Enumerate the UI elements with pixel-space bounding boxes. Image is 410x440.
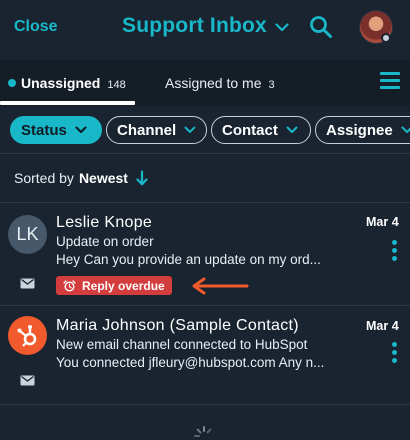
filter-bar: Status Channel Contact Assignee <box>0 106 410 154</box>
badge-label: Reply overdue <box>82 278 165 293</box>
sort-prefix: Sorted by <box>14 170 74 186</box>
contact-name: Leslie Knope <box>56 214 153 231</box>
annotation-arrow-icon <box>192 277 249 295</box>
filter-channel[interactable]: Channel <box>106 116 207 144</box>
search-icon[interactable] <box>309 15 333 39</box>
arrow-down-icon <box>136 170 148 186</box>
more-options-icon[interactable] <box>392 342 398 366</box>
filter-label: Contact <box>222 121 278 139</box>
envelope-icon <box>20 278 35 289</box>
filter-label: Assignee <box>326 121 393 139</box>
conversation-subject: New email channel connected to HubSpot <box>56 337 308 352</box>
envelope-icon <box>20 375 35 386</box>
more-options-icon[interactable] <box>392 240 398 264</box>
close-button[interactable]: Close <box>14 18 58 36</box>
tab-bar: Unassigned 148 Assigned to me 3 <box>0 60 410 106</box>
divider <box>0 404 410 405</box>
filter-contact[interactable]: Contact <box>211 116 311 144</box>
tab-count: 148 <box>107 79 126 91</box>
chevron-down-icon <box>184 126 196 133</box>
tab-count: 3 <box>268 79 275 91</box>
status-indicator <box>381 33 391 43</box>
app-header: Close Support Inbox <box>0 0 410 58</box>
conversation-preview: You connected jfleury@hubspot.com Any n.… <box>56 355 325 370</box>
alarm-clock-icon <box>63 279 76 292</box>
active-tab-indicator <box>0 101 135 105</box>
chevron-down-icon <box>275 23 289 32</box>
tab-label: Unassigned <box>21 75 101 91</box>
hubspot-sprocket-icon <box>17 324 36 347</box>
tab-label: Assigned to me <box>165 75 262 91</box>
conversation-date: Mar 4 <box>366 319 399 333</box>
loading-spinner-icon <box>194 426 212 437</box>
contact-avatar <box>8 316 47 355</box>
conversation-subject: Update on order <box>56 234 154 249</box>
conversation-row[interactable]: Maria Johnson (Sample Contact) New email… <box>0 306 410 404</box>
conversation-date: Mar 4 <box>366 215 399 229</box>
chevron-down-icon <box>75 126 87 133</box>
contact-name: Maria Johnson (Sample Contact) <box>56 317 299 334</box>
unread-dot-icon <box>8 79 16 87</box>
inbox-switcher[interactable]: Support Inbox <box>122 14 289 38</box>
filter-label: Status <box>21 121 67 139</box>
tab-assigned-to-me[interactable]: Assigned to me 3 <box>165 75 275 91</box>
chevron-down-icon <box>401 126 410 133</box>
contact-avatar: LK <box>8 215 47 254</box>
chevron-down-icon <box>286 126 298 133</box>
tab-unassigned[interactable]: Unassigned 148 <box>8 75 126 91</box>
page-title: Support Inbox <box>122 14 267 37</box>
conversation-preview: Hey Can you provide an update on my ord.… <box>56 252 321 267</box>
reply-overdue-badge: Reply overdue <box>56 276 172 295</box>
hamburger-menu-icon[interactable] <box>380 72 400 93</box>
filter-status[interactable]: Status <box>10 116 102 144</box>
filter-assignee[interactable]: Assignee <box>315 116 410 144</box>
sort-value: Newest <box>78 170 128 186</box>
sort-control[interactable]: Sorted by Newest <box>14 170 148 186</box>
filter-label: Channel <box>117 121 177 139</box>
